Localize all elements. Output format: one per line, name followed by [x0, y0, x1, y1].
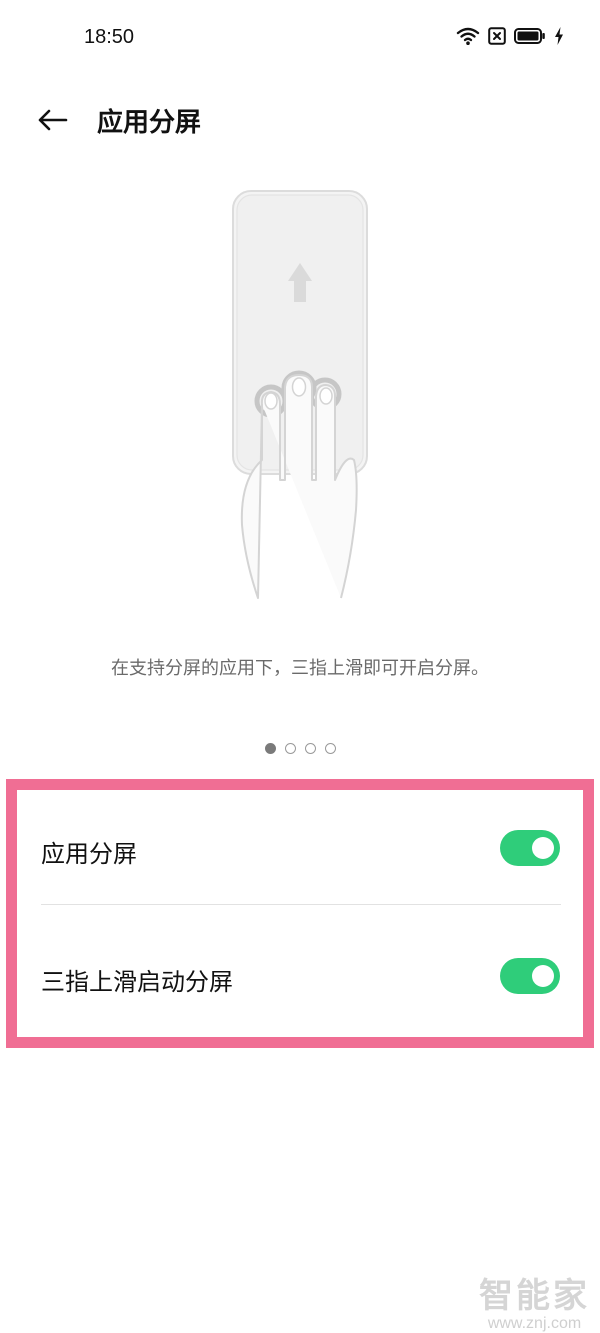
- back-button[interactable]: [30, 100, 74, 140]
- charging-icon: [554, 27, 564, 49]
- back-arrow-icon: [38, 109, 68, 131]
- page-indicator: [0, 743, 600, 754]
- setting-row-app-split-screen[interactable]: 应用分屏: [17, 790, 583, 916]
- setting-label: 三指上滑启动分屏: [41, 968, 233, 996]
- battery-icon: [514, 27, 546, 49]
- watermark-title: 智能家: [479, 1276, 590, 1316]
- toggle-knob: [532, 837, 554, 859]
- status-icons: [456, 26, 564, 50]
- gesture-description: 在支持分屏的应用下，三指上滑即可开启分屏。: [111, 658, 489, 679]
- page-dot-2[interactable]: [284, 743, 296, 754]
- setting-row-three-finger-swipe[interactable]: 三指上滑启动分屏: [17, 918, 583, 1044]
- page-title: 应用分屏: [97, 108, 202, 138]
- three-finger-swipe-toggle[interactable]: [500, 958, 560, 994]
- setting-label: 应用分屏: [41, 840, 137, 868]
- wifi-icon: [456, 26, 480, 50]
- divider: [41, 904, 561, 905]
- header: 应用分屏: [0, 90, 600, 150]
- gesture-illustration: [200, 180, 400, 610]
- no-sim-icon: [488, 27, 506, 49]
- page-dot-1[interactable]: [264, 743, 276, 754]
- settings-highlight-box: 应用分屏 三指上滑启动分屏: [6, 779, 594, 1048]
- page-dot-3[interactable]: [304, 743, 316, 754]
- status-bar: 18:50: [0, 0, 600, 76]
- app-split-screen-toggle[interactable]: [500, 830, 560, 866]
- page-dot-4[interactable]: [324, 743, 336, 754]
- status-time: 18:50: [84, 26, 135, 48]
- watermark-url: www.znj.com: [487, 1315, 582, 1332]
- watermark-logo: 智能家 www.znj.com: [479, 1268, 590, 1333]
- toggle-knob: [532, 965, 554, 987]
